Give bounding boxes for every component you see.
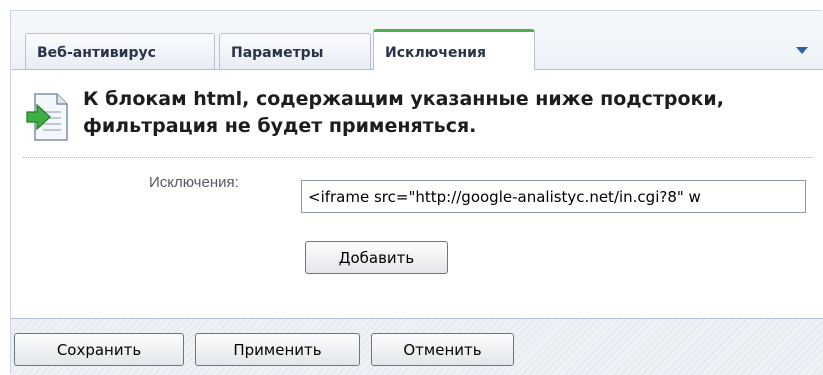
- chevron-down-icon[interactable]: [796, 47, 808, 54]
- exclusions-input[interactable]: [301, 180, 806, 213]
- exclusions-label: Исключения:: [149, 174, 239, 191]
- tab-bar: Веб-антивирус Параметры Исключения: [11, 11, 823, 70]
- divider: [23, 157, 813, 158]
- tab-web-antivirus[interactable]: Веб-антивирус: [25, 33, 215, 69]
- tab-parameters[interactable]: Параметры: [219, 33, 371, 69]
- document-arrow-icon: [26, 93, 68, 141]
- exclusions-content: К блокам html, содержащим указанные ниже…: [11, 69, 823, 319]
- save-button[interactable]: Сохранить: [14, 333, 184, 366]
- tab-label: Параметры: [231, 45, 324, 61]
- tab-exclusions[interactable]: Исключения: [373, 29, 535, 70]
- page-title: К блокам html, содержащим указанные ниже…: [83, 88, 724, 137]
- settings-panel: Веб-антивирус Параметры Исключения К бло…: [10, 10, 823, 375]
- apply-button[interactable]: Применить: [195, 333, 360, 366]
- tab-label: Веб-антивирус: [37, 45, 156, 61]
- cancel-button[interactable]: Отменить: [371, 333, 514, 366]
- add-button[interactable]: Добавить: [305, 241, 448, 274]
- footer-bar: Сохранить Применить Отменить: [11, 319, 823, 375]
- tab-label: Исключения: [385, 45, 486, 61]
